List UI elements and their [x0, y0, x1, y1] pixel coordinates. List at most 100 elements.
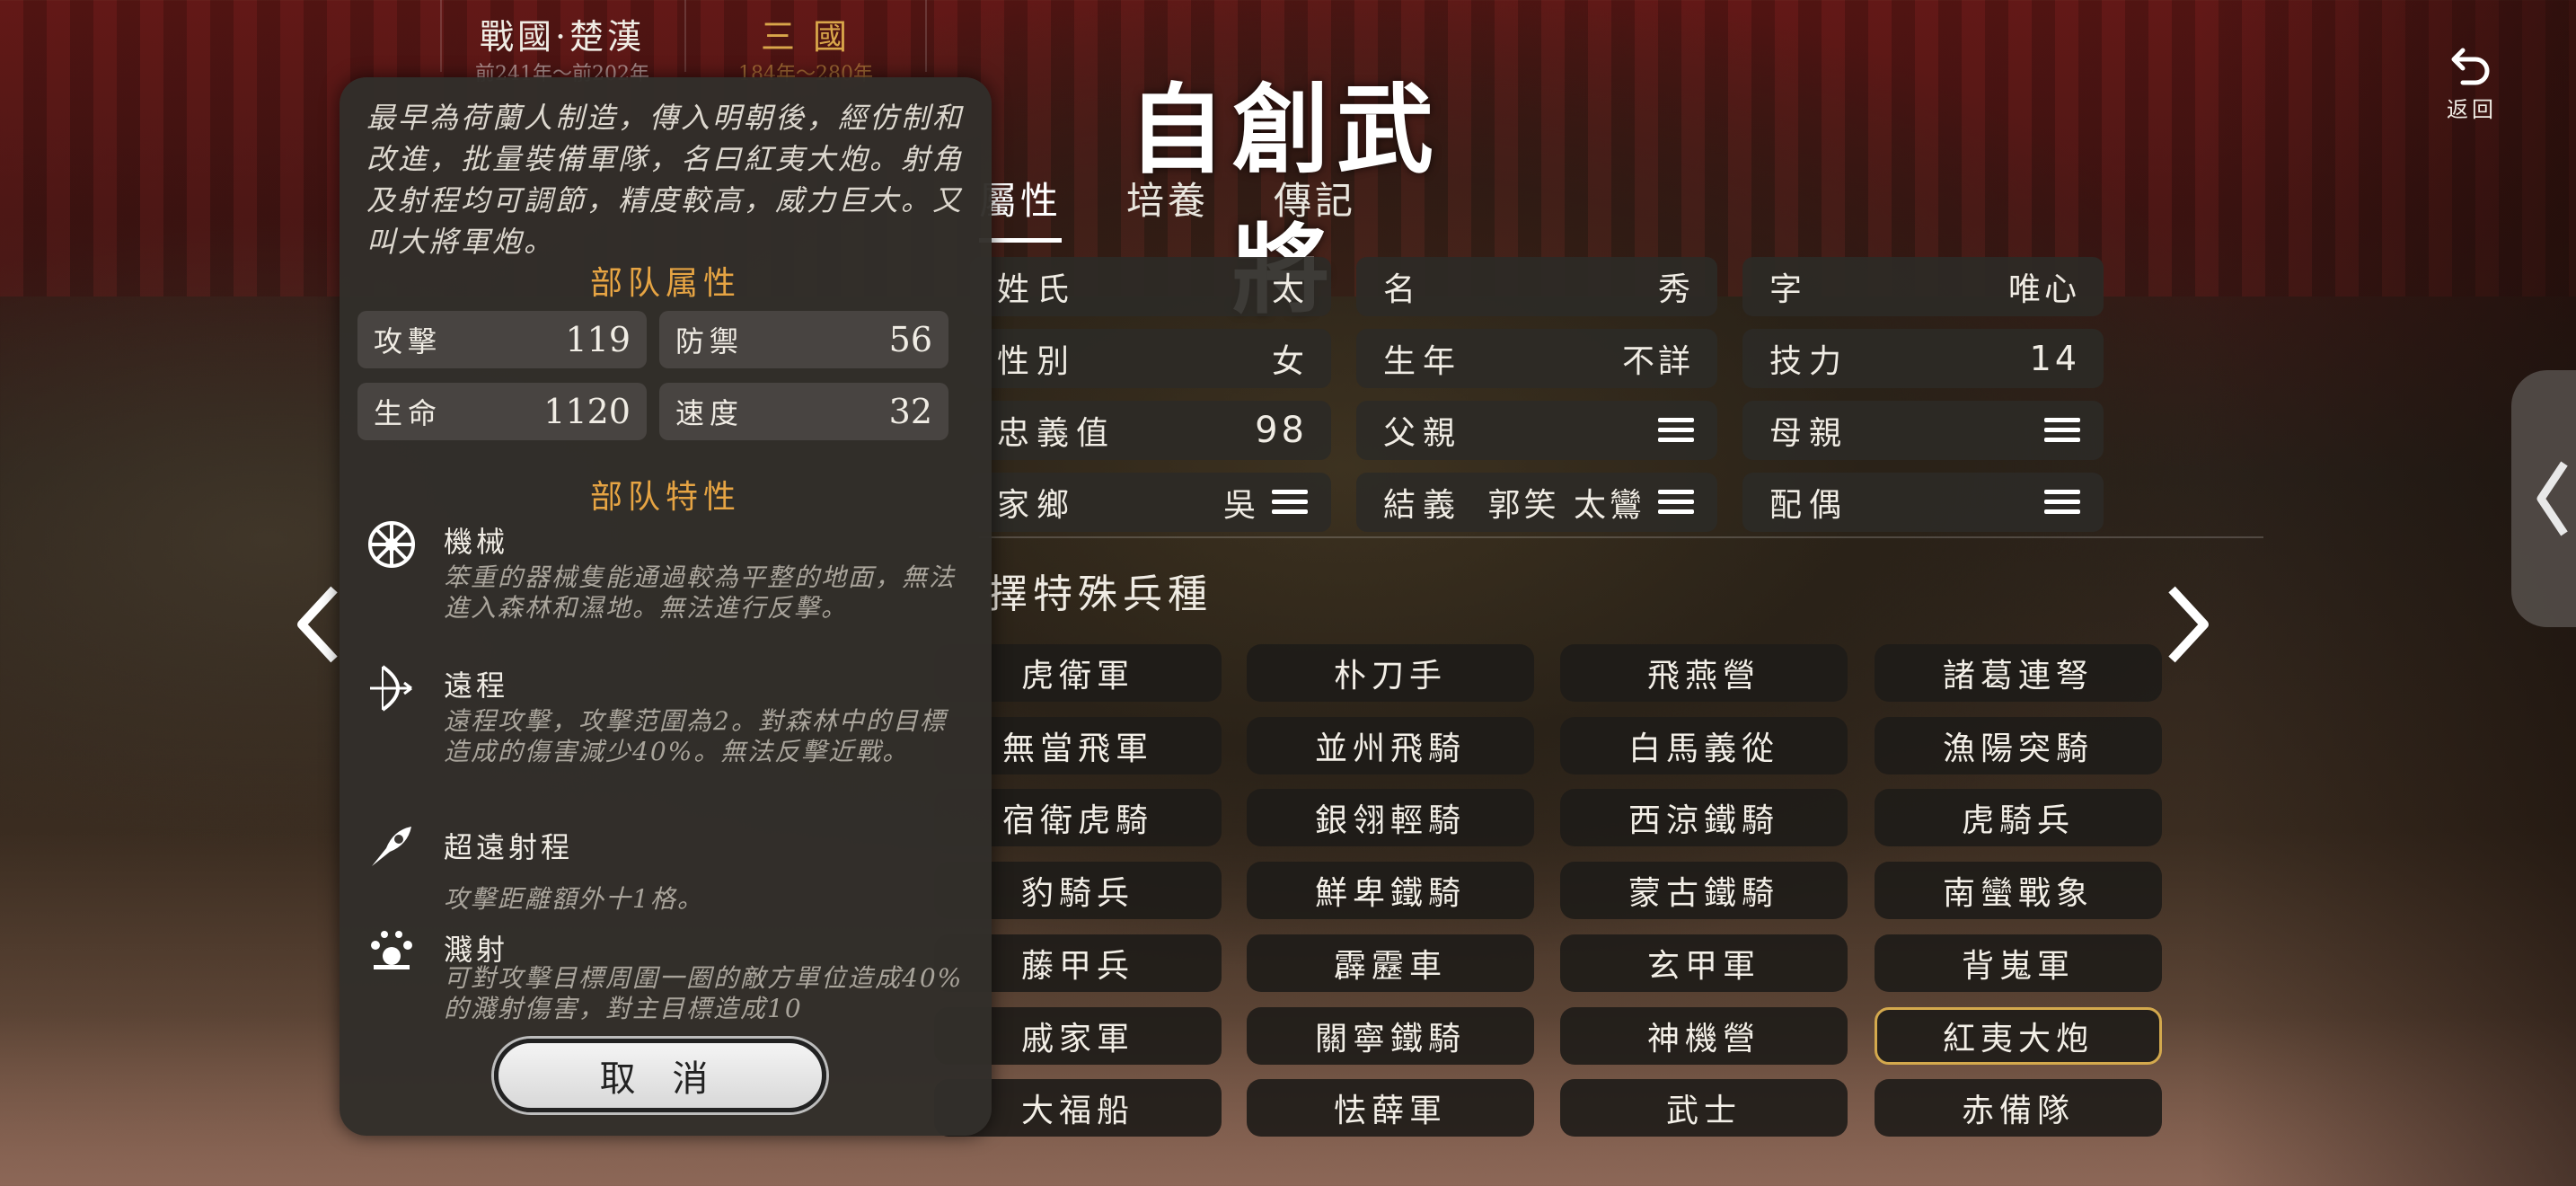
field-value: 女 — [1271, 343, 1308, 380]
field-value: 吳 — [1222, 487, 1259, 524]
next-arrow-icon[interactable] — [2166, 584, 2213, 665]
field-label: 母親 — [1769, 415, 1849, 452]
stat-label: 防禦 — [675, 324, 745, 358]
stat-attack: 攻擊 119 — [357, 311, 647, 368]
unit-option[interactable]: 飛燕營 — [1560, 644, 1848, 702]
field-value: 郭笑 太鸞 — [1487, 487, 1645, 524]
back-button[interactable]: 返回 — [2436, 45, 2508, 123]
trait-desc: 攻擊距離額外十1格。 — [444, 884, 704, 914]
unit-option[interactable]: 玄甲軍 — [1560, 934, 1848, 992]
field-label: 父親 — [1383, 415, 1463, 452]
field-label: 配偶 — [1769, 487, 1849, 524]
unit-option[interactable]: 神機營 — [1560, 1007, 1848, 1065]
field-value: 唯心 — [2007, 271, 2080, 308]
unit-option[interactable]: 白馬義從 — [1560, 717, 1848, 774]
back-label: 返回 — [2447, 97, 2497, 122]
unit-description: 最早為荷蘭人制造，傳入明朝後，經仿制和改進，批量裝備軍隊，名曰紅夷大炮。射角及射… — [366, 101, 965, 259]
stat-value: 119 — [565, 320, 631, 359]
trait-name: 機械 — [444, 525, 509, 559]
unit-option[interactable]: 紅夷大炮 — [1875, 1007, 2162, 1065]
field-label: 字 — [1769, 271, 1810, 308]
unit-detail-panel: 最早為荷蘭人制造，傳入明朝後，經仿制和改進，批量裝備軍隊，名曰紅夷大炮。射角及射… — [340, 77, 992, 1136]
unit-option[interactable]: 諸葛連弩 — [1875, 644, 2162, 702]
given-name-field[interactable]: 名 秀 — [1356, 257, 1717, 316]
unit-option[interactable]: 蒙古鐵騎 — [1560, 862, 1848, 919]
unit-option[interactable]: 霹靂車 — [1247, 934, 1534, 992]
tab-training[interactable]: 培養 — [1126, 171, 1209, 243]
surname-field[interactable]: 姓氏 太 — [970, 257, 1331, 316]
unit-attributes-title: 部队属性 — [589, 265, 741, 302]
stat-label: 生命 — [374, 396, 443, 430]
prev-arrow-icon[interactable] — [293, 584, 340, 665]
unit-option[interactable]: 關寧鐵騎 — [1247, 1007, 1534, 1065]
stat-value: 32 — [888, 392, 932, 431]
stat-value: 56 — [888, 320, 932, 359]
menu-icon[interactable] — [1272, 488, 1308, 517]
unit-option[interactable]: 朴刀手 — [1247, 644, 1534, 702]
field-value: 14 — [2029, 339, 2080, 378]
trait-name: 遠程 — [444, 668, 509, 703]
menu-icon[interactable] — [2044, 416, 2080, 445]
side-drawer-button[interactable] — [2511, 370, 2576, 627]
birth-year-field[interactable]: 生年 不詳 — [1356, 329, 1717, 388]
chevron-left-icon — [2536, 461, 2568, 536]
field-value-wrap: 吳 — [1223, 479, 1308, 526]
era-tab-three-kingdoms[interactable]: 三 國 184年～280年 — [684, 0, 927, 85]
spouse-field[interactable]: 配偶 — [1742, 473, 2104, 532]
bow-icon — [370, 665, 412, 712]
divider — [979, 536, 2263, 538]
unit-option[interactable]: 南蠻戰象 — [1875, 862, 2162, 919]
splash-icon — [371, 931, 412, 969]
field-label: 生年 — [1383, 343, 1463, 380]
trait-desc: 可對攻擊目標周圍一圈的敵方單位造成40%的濺射傷害，對主目標造成10 — [444, 963, 964, 1023]
field-label: 名 — [1383, 271, 1424, 308]
father-field[interactable]: 父親 — [1356, 401, 1717, 460]
stat-defense: 防禦 56 — [659, 311, 948, 368]
unit-option[interactable]: 漁陽突騎 — [1875, 717, 2162, 774]
menu-icon[interactable] — [1658, 416, 1694, 445]
field-label: 技力 — [1769, 343, 1849, 380]
field-value: 秀 — [1657, 271, 1694, 308]
menu-icon[interactable] — [2044, 488, 2080, 517]
field-value: 太 — [1271, 271, 1308, 308]
era-name: 戰國·楚漢 — [479, 17, 646, 57]
gear-wheel-icon — [368, 521, 415, 568]
hometown-field[interactable]: 家鄉 吳 — [970, 473, 1331, 532]
gender-field[interactable]: 性別 女 — [970, 329, 1331, 388]
unit-option[interactable]: 怯薛軍 — [1247, 1079, 1534, 1137]
unit-option[interactable]: 虎騎兵 — [1875, 789, 2162, 846]
field-value: 不詳 — [1621, 343, 1694, 380]
unit-option[interactable]: 背嵬軍 — [1875, 934, 2162, 992]
sworn-sibling-field[interactable]: 結義 郭笑 太鸞 — [1356, 473, 1717, 532]
cancel-button[interactable]: 取 消 — [494, 1039, 826, 1112]
unit-option[interactable]: 銀翎輕騎 — [1247, 789, 1534, 846]
mother-field[interactable]: 母親 — [1742, 401, 2104, 460]
era-tab-warring-states[interactable]: 戰國·楚漢 前241年～前202年 — [440, 0, 683, 85]
stat-label: 速度 — [675, 396, 745, 430]
special-unit-title: 擇特殊兵種 — [988, 571, 1213, 617]
unit-option[interactable]: 鮮卑鐵騎 — [1247, 862, 1534, 919]
field-label: 性別 — [997, 343, 1077, 380]
stat-speed: 速度 32 — [659, 383, 948, 440]
skill-field[interactable]: 技力 14 — [1742, 329, 2104, 388]
unit-option[interactable]: 赤備隊 — [1875, 1079, 2162, 1137]
unit-option[interactable]: 武士 — [1560, 1079, 1848, 1137]
trait-name: 超遠射程 — [444, 830, 574, 864]
tab-biography[interactable]: 傳記 — [1274, 171, 1356, 243]
trait-desc: 遠程攻擊，攻擊范圍為2。對森林中的目標造成的傷害減少40%。無法反擊近戰。 — [444, 706, 947, 766]
loyalty-field[interactable]: 忠義值 98 — [970, 401, 1331, 460]
trait-desc: 笨重的器械隻能通過較為平整的地面，無法進入森林和濕地。無法進行反擊。 — [444, 562, 957, 623]
field-value: 98 — [1255, 410, 1308, 451]
courtesy-name-field[interactable]: 字 唯心 — [1742, 257, 2104, 316]
field-label: 家鄉 — [997, 487, 1077, 524]
menu-icon[interactable] — [1658, 488, 1694, 517]
field-label: 結義 — [1383, 487, 1463, 524]
unit-option[interactable]: 西涼鐵騎 — [1560, 789, 1848, 846]
return-arrow-icon — [2451, 48, 2490, 85]
stat-hp: 生命 1120 — [357, 383, 647, 440]
stat-label: 攻擊 — [374, 324, 443, 358]
field-label: 忠義值 — [997, 415, 1116, 452]
unit-option[interactable]: 並州飛騎 — [1247, 717, 1534, 774]
main-tabs: 屬性 培養 傳記 — [979, 171, 1356, 243]
stat-value: 1120 — [543, 392, 631, 431]
